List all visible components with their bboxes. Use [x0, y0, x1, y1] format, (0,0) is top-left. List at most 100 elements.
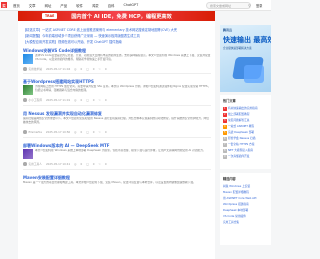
comment-icon[interactable]: □ — [86, 98, 89, 102]
nav-item-wiki[interactable]: 百科 — [108, 3, 115, 8]
article-thumbnail[interactable] — [23, 54, 33, 64]
nav-item-chatgpt[interactable]: ChatGPT — [123, 3, 138, 7]
article-likes: 0 — [104, 162, 107, 166]
divider — [23, 137, 211, 138]
rank-badge: 5 — [223, 131, 227, 135]
nav-item-home[interactable]: 首页 — [13, 3, 20, 8]
list-item[interactable]: 9 一次弄懂插件开发 — [223, 153, 270, 159]
eye-icon: ◎ — [74, 67, 77, 71]
hot-list: 1 有关快速输出的实用指南 2 线上部署配置教程 3 常见问题解答汇总 4 一站式 AS… — [223, 105, 270, 159]
like-icon[interactable]: ♡ — [99, 162, 101, 166]
article-item: Windows安装VS Code详细教程 选择VS Code主要是因为它轻量、开… — [23, 48, 211, 73]
article-item: Maven安装配置详细教程 Maven 是一个强大的项目管理和构建工具。本文详细… — [23, 175, 211, 200]
comment-icon[interactable]: □ — [86, 67, 89, 71]
rank-badge: 6 — [223, 137, 227, 141]
rank-badge: 8 — [223, 149, 227, 153]
nav-item-articles[interactable]: 文章 — [29, 3, 36, 8]
section-heading: 热门文章 — [223, 99, 236, 103]
rank-badge: 7 — [223, 143, 227, 147]
promo-banner[interactable]: TRAE 国内首个 AI IDE，免费 HCP，编程更高效 — [18, 11, 215, 21]
avatar[interactable] — [23, 162, 27, 166]
sidebar-ad-banner[interactable]: 腾讯云 快速输出 最高效 企业级快速部署解决方案 — [220, 25, 271, 92]
article-excerpt: 为在网站上启用 HTTPS 加密访问，需要申请并配置 SSL 证书。本文以 Wo… — [35, 85, 211, 92]
notice-link[interactable]: 【精选文章】一站式 ASP.NET CORE 线上运营推送案例与 element… — [23, 27, 177, 32]
login-link[interactable]: 登录 — [256, 3, 262, 8]
article-author[interactable]: Ellsmartia — [29, 130, 42, 134]
ad-title: 快速输出 最高效 — [223, 36, 271, 44]
article-thumbnail[interactable] — [23, 149, 33, 159]
article-date: 2025-05-17 11:04 — [45, 67, 71, 71]
article-meta: 实用工具人 2025-05-17 10:41 ◎ 0 □ 0 ♡ 0 — [23, 162, 111, 166]
article-thumbnail[interactable] — [23, 85, 33, 95]
rank-badge: 9 — [223, 155, 227, 159]
ad-subtitle: 企业级快速部署解决方案 — [223, 47, 252, 50]
article-excerpt: 漏洞扫描是网络安全的重要环节。本文介绍如何安装和使用 Nessus 进行主机漏洞… — [23, 117, 209, 124]
featured-panel: 精选内容 树森 Windows 上安装 Maven 配置详细教程 用 ASP.N… — [220, 173, 271, 245]
article-views: 0 — [80, 162, 83, 166]
eye-icon: ◎ — [74, 130, 77, 134]
article-meta: Ellsmartia 2025-05-17 10:56 ◎ 0 □ 0 ♡ 0 — [23, 130, 111, 134]
rank-badge: 4 — [223, 125, 227, 129]
avatar[interactable] — [23, 130, 27, 134]
rank-badge: 3 — [223, 119, 227, 123]
article-excerpt: 本文介绍如何在 Windows 系统上本地部署 DeepSeek 大模型，包括环… — [35, 149, 206, 152]
nav-item-sites[interactable]: 网址 — [45, 3, 52, 8]
article-views: 0 — [80, 130, 83, 134]
article-item: 部署Windows版本的 AI — DeepSeek MTF 本文介绍如何在 W… — [23, 143, 211, 168]
article-excerpt: Maven 是一个强大的项目管理和构建工具。本文详细介绍如何下载、安装 Mave… — [23, 181, 196, 184]
like-icon[interactable]: ♡ — [99, 67, 101, 71]
article-likes: 0 — [104, 67, 107, 71]
eye-icon: ◎ — [74, 162, 77, 166]
article-views: 0 — [80, 67, 83, 71]
article-date: 2025-05-17 10:56 — [45, 130, 71, 134]
featured-list: 树森 Windows 上安装 Maven 配置详细教程 用 ASP.NET Co… — [223, 183, 270, 225]
article-views: 0 — [80, 98, 83, 102]
article-likes: 0 — [104, 98, 107, 102]
nav-menu: 首页 文章 网址 产品 软件 鸿蒙 百科 ChatGPT — [13, 3, 147, 8]
hot-articles-panel: 热门文章 1 有关快速输出的实用指南 2 线上部署配置教程 3 常见问题解答汇总 4一… — [220, 95, 271, 169]
search-icon[interactable]: ⚲ — [247, 3, 252, 8]
rank-badge: 1 — [223, 107, 227, 111]
ad-brand: 腾讯云 — [223, 28, 233, 32]
article-likes: 0 — [104, 130, 107, 134]
divider — [23, 73, 211, 74]
notice-link[interactable]: 【大模型应用开发实践】视频在线可以开始、开发 ChatGPT 插件指南 — [23, 39, 122, 44]
article-meta: 实用技术站 2025-05-17 11:04 ◎ 0 □ 0 ♡ 0 — [23, 67, 111, 71]
comment-icon[interactable]: □ — [86, 130, 89, 134]
ad-graphic — [244, 65, 264, 83]
divider — [23, 169, 211, 170]
article-item: 基于Wordpress搭建网站实现HTTPS 为在网站上启用 HTTPS 加密访… — [23, 79, 211, 104]
site-logo[interactable]: 实 — [1, 2, 7, 8]
sidebar: 腾讯云 快速输出 最高效 企业级快速部署解决方案 热门文章 1 有关快速输出的实用… — [220, 11, 271, 259]
nav-item-software[interactable]: 软件 — [76, 3, 83, 8]
article-comments: 0 — [92, 67, 95, 71]
article-comments: 0 — [92, 130, 95, 134]
rank-badge: 2 — [223, 113, 227, 117]
article-author[interactable]: 实用技术站 — [29, 67, 42, 71]
like-icon[interactable]: ♡ — [99, 98, 101, 102]
article-item: 用 Nessus 发现漏洞并实现自动化漏洞修复 漏洞扫描是网络安全的重要环节。本… — [23, 111, 211, 136]
article-author[interactable]: 实用工具人 — [29, 162, 42, 166]
search-input[interactable]: 搜索文章或网址 — [206, 2, 251, 9]
article-comments: 0 — [92, 98, 95, 102]
like-icon[interactable]: ♡ — [98, 130, 100, 134]
nav-item-products[interactable]: 产品 — [60, 3, 67, 8]
article-date: 2025-05-17 11:01 — [45, 98, 71, 102]
top-navbar: 实 首页 文章 网址 产品 软件 鸿蒙 百科 ChatGPT 搜索文章或网址 ⚲… — [0, 0, 271, 11]
avatar[interactable] — [23, 98, 27, 102]
article-meta: 小小工程师 2025-05-17 11:01 ◎ 0 □ 0 ♡ 0 — [23, 98, 111, 102]
banner-text: 国内首个 AI IDE，免费 HCP，编程更高效 — [71, 13, 172, 20]
article-comments: 0 — [92, 162, 95, 166]
main-content: TRAE 国内首个 AI IDE，免费 HCP，编程更高效 【精选文章】一站式 … — [18, 11, 215, 259]
notice-link[interactable]: 【新闻提醒】今年前端领域多个项目获得广泛采用 — 快速演示极简版图表生成工具 — [23, 33, 140, 38]
eye-icon: ◎ — [74, 98, 77, 102]
banner-tag: TRAE — [42, 13, 58, 19]
article-author[interactable]: 小小工程师 — [29, 98, 42, 102]
article-date: 2025-05-17 10:41 — [45, 162, 71, 166]
avatar[interactable] — [23, 67, 27, 71]
divider — [23, 105, 211, 106]
nav-item-harmony[interactable]: 鸿蒙 — [92, 3, 99, 8]
section-heading: 精选内容 — [223, 177, 236, 181]
list-item[interactable]: 实用工具合集 — [223, 219, 270, 225]
comment-icon[interactable]: □ — [86, 162, 89, 166]
